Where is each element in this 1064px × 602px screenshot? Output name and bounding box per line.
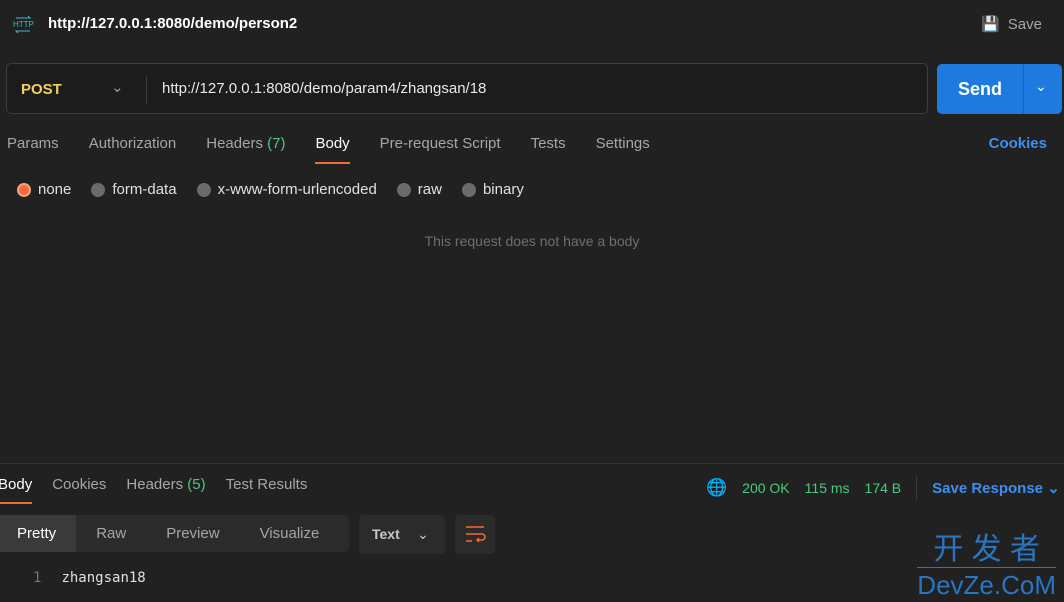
tab-params[interactable]: Params (7, 135, 59, 164)
view-raw[interactable]: Raw (76, 515, 146, 552)
body-type-radios: none form-data x-www-form-urlencoded raw… (17, 181, 524, 198)
line-number: 1 (33, 570, 42, 586)
url-bar: POST ⌄ http://127.0.0.1:8080/demo/param4… (6, 63, 928, 114)
wrap-lines-button[interactable] (455, 515, 495, 554)
url-input[interactable]: http://127.0.0.1:8080/demo/param4/zhangs… (162, 80, 486, 97)
tab-authorization[interactable]: Authorization (89, 135, 177, 164)
response-size[interactable]: 174 B (865, 480, 902, 496)
status-code[interactable]: 200 OK (742, 480, 789, 496)
svg-text:HTTP: HTTP (13, 20, 34, 29)
globe-icon[interactable]: 🌐 (706, 478, 727, 498)
response-tabs: Body Cookies Headers (5) Test Results (0, 476, 307, 504)
chevron-down-icon: ⌄ (1047, 480, 1060, 497)
divider (146, 76, 147, 104)
watermark-logo: 开 发 者 DevZe.CoM (917, 533, 1056, 600)
tab-response-cookies[interactable]: Cookies (52, 476, 106, 504)
radio-binary[interactable]: binary (461, 181, 524, 198)
send-button[interactable]: Send ⌄ (937, 64, 1062, 114)
radio-raw[interactable]: raw (396, 181, 442, 198)
save-button[interactable]: 💾 Save (981, 15, 1042, 34)
response-status: 🌐 200 OK 115 ms 174 B Save Response ⌄ (706, 476, 1060, 500)
method-select[interactable]: POST (21, 81, 62, 98)
chevron-down-icon[interactable]: ⌄ (1035, 78, 1047, 95)
save-icon: 💾 (981, 16, 1000, 33)
request-tabs: Params Authorization Headers (7) Body Pr… (7, 135, 650, 164)
view-preview[interactable]: Preview (146, 515, 239, 552)
request-title: http://127.0.0.1:8080/demo/person2 (48, 15, 298, 32)
tab-response-headers[interactable]: Headers (5) (126, 476, 205, 504)
radio-x-www-form-urlencoded[interactable]: x-www-form-urlencoded (196, 181, 377, 198)
wrap-icon (466, 526, 486, 543)
save-response-button[interactable]: Save Response ⌄ (932, 479, 1060, 497)
empty-body-message: This request does not have a body (424, 233, 640, 249)
radio-none[interactable]: none (17, 181, 71, 198)
view-visualize[interactable]: Visualize (240, 515, 340, 552)
chevron-down-icon[interactable]: ⌄ (111, 78, 124, 96)
pane-divider[interactable] (0, 463, 1064, 464)
tab-headers[interactable]: Headers (7) (206, 135, 285, 164)
tab-response-body[interactable]: Body (0, 476, 33, 504)
code-line: zhangsan18 (61, 570, 146, 586)
cookies-link[interactable]: Cookies (989, 135, 1047, 152)
response-time[interactable]: 115 ms (805, 480, 850, 496)
format-select[interactable]: Text ⌄ (359, 515, 445, 554)
tab-body[interactable]: Body (315, 135, 350, 164)
radio-form-data[interactable]: form-data (91, 181, 177, 198)
http-icon: HTTP (13, 15, 34, 34)
tab-test-results[interactable]: Test Results (226, 476, 308, 504)
chevron-down-icon: ⌄ (417, 526, 429, 542)
view-pretty[interactable]: Pretty (0, 515, 77, 552)
tab-tests[interactable]: Tests (531, 135, 566, 164)
response-body: 1 zhangsan18 (33, 570, 146, 586)
tab-settings[interactable]: Settings (596, 135, 650, 164)
view-mode-tabs: Pretty Raw Preview Visualize (0, 515, 349, 552)
tab-pre-request-script[interactable]: Pre-request Script (380, 135, 501, 164)
